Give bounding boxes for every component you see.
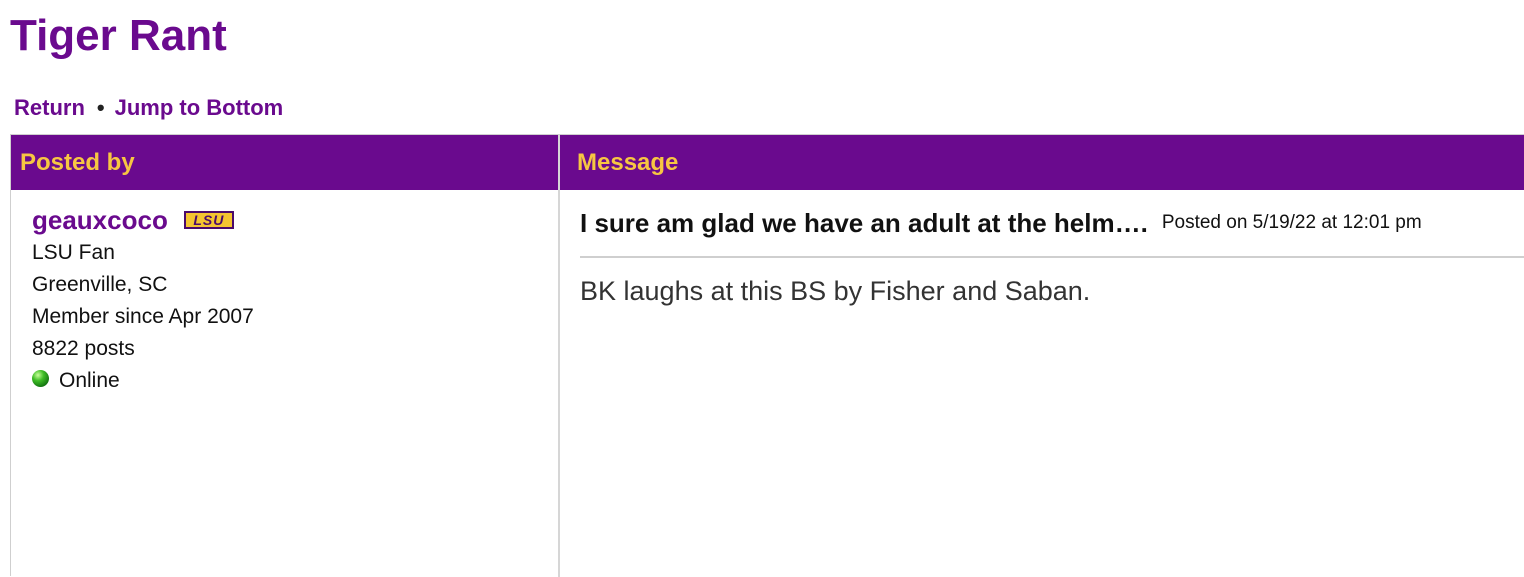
thread-table: Posted by Message geauxcoco LSU LSU Fan … (10, 134, 1524, 577)
lsu-team-logo-icon: LSU (183, 211, 234, 229)
green-dot-icon (32, 369, 49, 387)
message-subject-row: I sure am glad we have an adult at the h… (580, 203, 1524, 243)
poster-location: Greenville, SC (32, 273, 168, 296)
poster-username-link[interactable]: geauxcoco (32, 205, 168, 236)
message-timestamp: Posted on 5/19/22 at 12:01 pm (1161, 212, 1422, 233)
board-title: Tiger Rant (10, 11, 227, 60)
message-body: BK laughs at this BS by Fisher and Saban… (580, 276, 1091, 306)
nav-separator: • (96, 95, 105, 120)
poster-status-label: Online (59, 369, 120, 392)
header-message: Message (577, 149, 679, 176)
poster-post-count: 8822 posts (32, 337, 135, 360)
table-header-row: Posted by Message (11, 135, 1524, 190)
message-cell: I sure am glad we have an adult at the h… (580, 203, 1524, 308)
poster-fan-of: LSU Fan (32, 241, 115, 264)
poster-info: geauxcoco LSU LSU Fan Greenville, SC Mem… (32, 203, 542, 397)
poster-member-since: Member since Apr 2007 (32, 305, 254, 328)
poster-name-row: geauxcoco LSU (32, 203, 542, 237)
poster-status: Online (32, 365, 542, 397)
thread-nav: Return • Jump to Bottom (14, 94, 283, 122)
message-divider (580, 256, 1524, 258)
return-link[interactable]: Return (14, 95, 85, 120)
jump-to-bottom-link[interactable]: Jump to Bottom (115, 95, 284, 120)
message-subject: I sure am glad we have an adult at the h… (580, 207, 1148, 238)
column-divider (558, 135, 560, 577)
header-posted-by: Posted by (20, 149, 135, 176)
